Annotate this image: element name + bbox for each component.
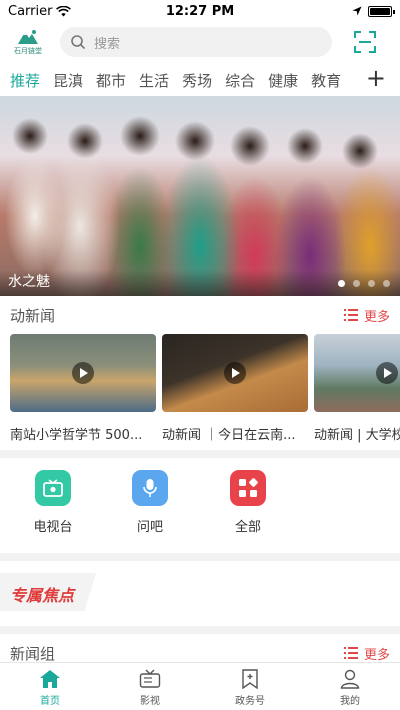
group-more-button[interactable]: 更多 <box>343 644 390 663</box>
carousel-dot[interactable] <box>338 280 345 287</box>
nav-label: 我的 <box>340 696 360 707</box>
play-icon <box>224 362 246 384</box>
tv-icon <box>139 669 161 688</box>
tv-icon <box>35 470 71 506</box>
special-focus-title: 专属焦点 <box>10 586 75 605</box>
search-input[interactable]: 搜索 <box>60 27 332 57</box>
tab-recommend[interactable]: 推荐 <box>10 70 40 91</box>
play-icon <box>376 362 398 384</box>
add-tab-button[interactable]: + <box>366 66 386 90</box>
nav-video[interactable]: 影视 <box>100 663 200 710</box>
tab-general[interactable]: 综合 <box>225 70 255 91</box>
list-icon <box>343 647 358 659</box>
video-card[interactable]: 动新闻 | 大学校 <box>314 334 400 444</box>
quick-links: 电视台 问吧 全部 <box>0 470 400 540</box>
banner-photo <box>0 96 400 296</box>
video-thumbnail <box>314 334 400 412</box>
quick-link-label: 电视台 <box>33 520 73 535</box>
carousel-indicators <box>338 280 390 287</box>
top-bar: 石月链堂 搜索 <box>0 22 400 62</box>
tab-health[interactable]: 健康 <box>268 70 298 91</box>
nav-label: 政务号 <box>235 696 265 707</box>
special-focus-banner[interactable]: 专属焦点 <box>0 573 100 611</box>
carousel-dot[interactable] <box>383 280 390 287</box>
tab-education[interactable]: 教育 <box>311 70 341 91</box>
quick-link-ask[interactable]: 问吧 <box>120 470 180 535</box>
app-logo[interactable]: 石月链堂 <box>10 26 46 58</box>
video-title: 动新闻 | 大学校 <box>314 428 400 443</box>
clock: 12:27 PM <box>165 3 235 19</box>
play-icon <box>72 362 94 384</box>
list-icon <box>343 309 358 321</box>
nav-label: 影视 <box>140 696 160 707</box>
group-more-label: 更多 <box>363 647 390 663</box>
category-tabs: 推荐 昆滇 都市 生活 秀场 综合 健康 教育 + <box>0 64 400 96</box>
news-more-label: 更多 <box>363 309 390 325</box>
section-divider <box>0 450 400 458</box>
banner-caption: 水之魅 <box>8 274 50 290</box>
news-section-header: 动新闻 更多 <box>0 298 400 332</box>
nav-gov[interactable]: 政务号 <box>200 663 300 710</box>
nav-label: 首页 <box>40 696 60 707</box>
grid-icon <box>230 470 266 506</box>
status-right <box>352 5 395 17</box>
banner-carousel[interactable]: 水之魅 <box>0 96 400 296</box>
location-arrow-icon <box>352 6 362 16</box>
quick-link-label: 问吧 <box>136 520 163 535</box>
group-section-title: 新闻组 <box>10 644 56 663</box>
news-more-button[interactable]: 更多 <box>343 306 390 325</box>
bottom-nav: 首页 影视 政务号 我的 <box>0 662 400 710</box>
carousel-dot[interactable] <box>368 280 375 287</box>
quick-link-tv[interactable]: 电视台 <box>23 470 83 535</box>
nav-home[interactable]: 首页 <box>0 663 100 710</box>
news-section-title: 动新闻 <box>10 306 56 325</box>
status-bar: Carrier 12:27 PM <box>0 0 400 22</box>
search-placeholder: 搜索 <box>94 36 121 52</box>
carousel-dot[interactable] <box>353 280 360 287</box>
tab-kundian[interactable]: 昆滇 <box>53 70 83 91</box>
video-title: 南站小学哲学节 500... <box>10 428 143 443</box>
video-card[interactable]: 动新闻 ｜今日在云南... <box>162 334 308 444</box>
search-icon <box>71 35 86 50</box>
tab-city[interactable]: 都市 <box>96 70 126 91</box>
video-thumbnail <box>162 334 308 412</box>
logo-text: 石月链堂 <box>14 47 42 55</box>
bookmark-icon <box>242 669 258 689</box>
quick-link-all[interactable]: 全部 <box>218 470 278 535</box>
battery-icon <box>368 5 395 17</box>
video-list: 南站小学哲学节 500... 动新闻 ｜今日在云南... 动新闻 | 大学校 <box>10 334 400 444</box>
video-card[interactable]: 南站小学哲学节 500... <box>10 334 156 444</box>
quick-link-label: 全部 <box>234 520 261 535</box>
video-thumbnail <box>10 334 156 412</box>
section-divider <box>0 553 400 561</box>
tab-show[interactable]: 秀场 <box>182 70 212 91</box>
scan-icon[interactable] <box>354 31 376 53</box>
video-title: 动新闻 ｜今日在云南... <box>162 428 296 443</box>
logo-mountain-icon <box>18 30 38 44</box>
section-divider <box>0 626 400 634</box>
home-icon <box>40 670 60 688</box>
tab-life[interactable]: 生活 <box>139 70 169 91</box>
nav-mine[interactable]: 我的 <box>300 663 400 710</box>
microphone-icon <box>132 470 168 506</box>
user-icon <box>340 669 360 689</box>
